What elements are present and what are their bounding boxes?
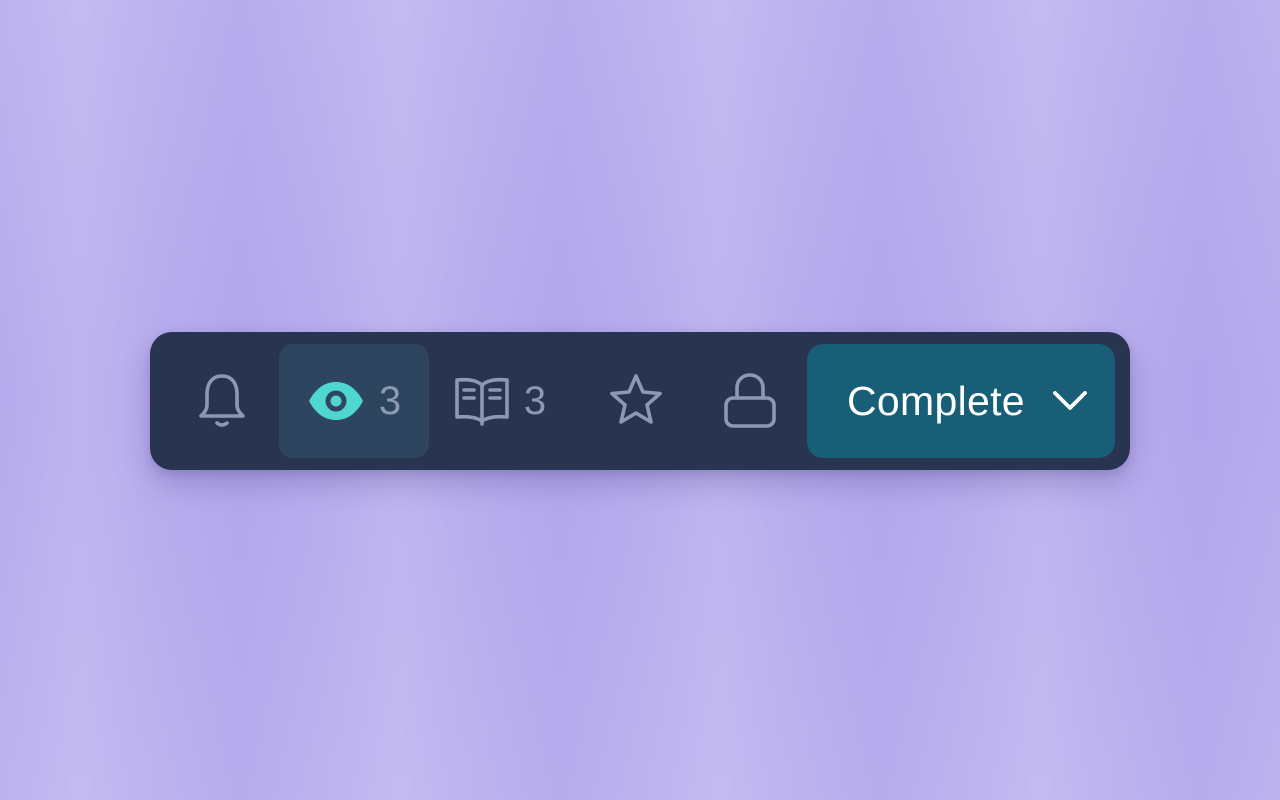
star-icon <box>607 373 665 429</box>
lock-button[interactable] <box>700 344 800 458</box>
issue-toolbar: 3 3 Complete <box>150 332 1130 470</box>
notifications-button[interactable] <box>172 344 272 458</box>
open-book-icon <box>454 375 510 427</box>
lock-icon <box>723 372 777 430</box>
bell-icon <box>196 372 248 430</box>
watchers-button[interactable]: 3 <box>279 344 429 458</box>
status-label: Complete <box>847 377 1025 424</box>
watchers-count: 3 <box>378 379 402 423</box>
reading-button[interactable]: 3 <box>438 344 562 458</box>
status-dropdown-button[interactable]: Complete <box>807 344 1115 458</box>
favorite-button[interactable] <box>586 344 686 458</box>
chevron-down-icon <box>1051 388 1089 419</box>
eye-icon <box>307 380 365 422</box>
reading-count: 3 <box>523 379 547 423</box>
